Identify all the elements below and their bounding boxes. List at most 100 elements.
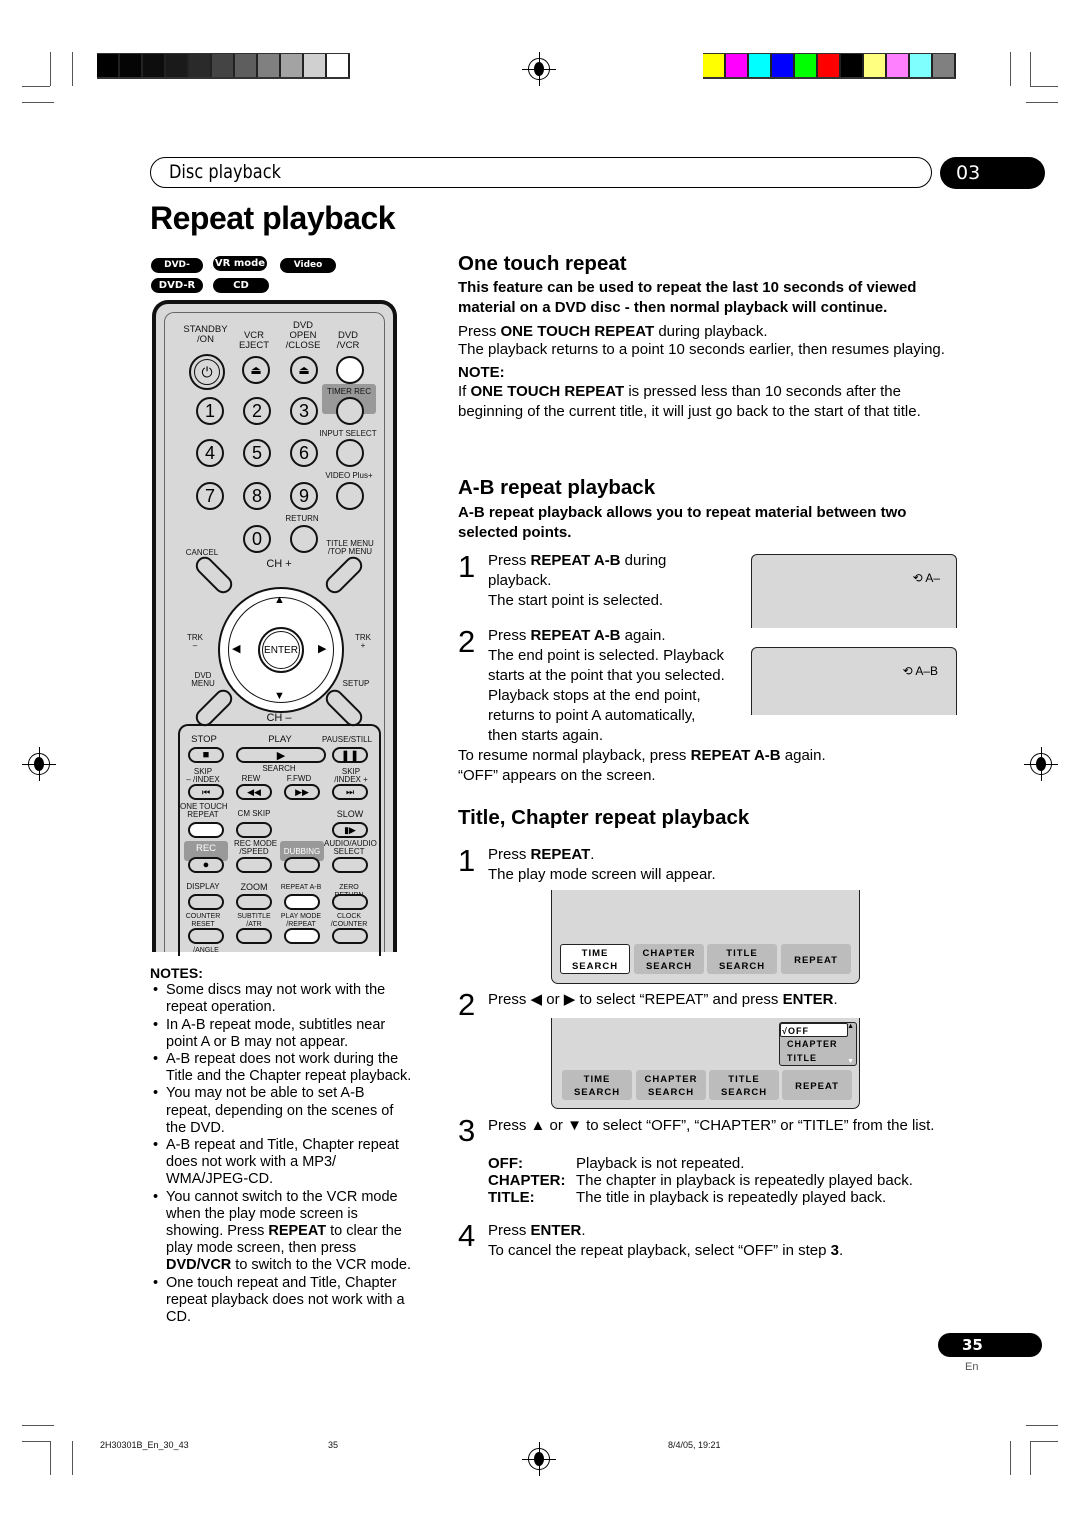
skip-forward-icon: ⏭ [345,786,355,797]
label-rec: REC [195,843,217,854]
slow-icon: ▮▶ [344,824,356,835]
title-search-option: TITLE SEARCH [707,944,777,974]
definition-off: OFF: Playback is not repeated. [488,1155,745,1172]
label-setup: SETUP [342,679,370,688]
label-dvd-vcr: DVD /VCR [336,330,360,351]
label-display: DISPLAY [186,882,220,891]
label-pause: PAUSE/STILL [321,735,373,744]
input-select-button [336,439,364,467]
calibration-swatch [235,54,258,77]
one-touch-lead: This feature can be used to repeat the l… [458,279,917,316]
label-dvd-menu: DVD MENU [191,671,215,688]
note-item: You cannot switch to the VCR mode when t… [150,1189,412,1275]
scroll-down-icon: ▼ [847,1058,855,1065]
calibration-swatch [212,54,235,77]
definition-title: TITLE: The title in playback is repeatedl… [488,1189,887,1206]
label-repeat-ab: REPEAT A-B [280,884,322,891]
one-touch-instruction: Press ONE TOUCH REPEAT during playback. [458,323,768,340]
label-one-touch: ONE TOUCH REPEAT [180,802,228,819]
stop-icon: ■ [202,749,210,761]
rec-button: ● [188,857,224,873]
counter-reset-button [188,928,224,944]
ab-repeat-heading: A-B repeat playback [458,476,656,499]
digit-6-button: 6 [290,439,318,467]
zoom-button [236,894,272,910]
label-search: SEARCH [262,764,296,773]
calibration-swatch [910,54,933,77]
crop-mark [50,1441,51,1475]
play-mode-screen-2: √OFF CHAPTER TITLE ▲ ▼ TIME SEARCH CHAPTE… [551,1018,860,1109]
right-arrow-icon: ▶ [563,991,576,1008]
pause-icon: ❚❚ [340,749,360,762]
dubbing-button [284,857,320,873]
pause-button: ❚❚ [332,747,368,763]
footer-file-name: 2H30301B_En_30_43 [100,1440,189,1450]
definition-chapter: CHAPTER: The chapter in playback is repea… [488,1172,913,1189]
repeat-definitions: OFF: Playback is not repeated. CHAPTER: Th… [488,1155,913,1206]
repeat-option-title: TITLE [787,1053,817,1063]
up-arrow-icon: ▲ [530,1117,546,1134]
one-touch-note-heading: NOTE: [458,364,505,381]
display-button [188,894,224,910]
crop-mark [1026,1425,1058,1426]
title-search-option: TITLE SEARCH [709,1070,779,1100]
left-arrow-icon: ◀ [530,991,543,1008]
vcr-eject-button: ⏏ [242,356,270,384]
digit-4-button: 4 [196,439,224,467]
label-cm-skip: CM SKIP [237,809,271,818]
calibration-swatch [189,54,212,77]
tc-step4-text: Press ENTER. To cancel the repeat playba… [488,1222,844,1259]
rewind-button: ◀◀ [236,784,272,800]
calibration-swatch [749,54,772,77]
label-timer-rec: TIMER REC [327,387,371,396]
one-touch-description: The playback returns to a point 10 secon… [458,341,945,358]
badge-cd: CD [213,278,269,293]
crop-mark [22,86,50,87]
label-zoom: ZOOM [240,882,268,892]
label-audio: AUDIO/AUDIO SELECT [324,839,377,856]
crop-mark [22,1425,54,1426]
label-trk-minus: TRK – [187,633,203,650]
title-chapter-section: Title, Chapter repeat playback [458,806,968,830]
one-touch-note: If ONE TOUCH REPEAT is pressed less than… [458,383,921,420]
return-button [290,525,318,553]
page-title: Repeat playback [150,200,396,236]
one-touch-repeat-button [188,822,224,838]
calibration-swatch [166,54,189,77]
ab-step1-text: Press REPEAT A-B during playback. The st… [488,552,667,609]
footer-timestamp: 8/4/05, 19:21 [668,1440,721,1450]
label-clock: CLOCK /COUNTER [330,913,368,928]
note-item: You may not be able to set A-B repeat, d… [150,1085,412,1137]
note-item: One touch repeat and Title, Chapter repe… [150,1275,412,1327]
time-search-option: TIME SEARCH [562,1070,632,1100]
step-number: 3 [458,1113,476,1148]
digit-2-button: 2 [243,397,271,425]
label-slow: SLOW [336,809,364,819]
crop-mark [1030,1441,1031,1475]
calibration-swatch [258,54,281,77]
label-title-menu: TITLE MENU /TOP MENU [326,539,374,556]
skip-back-button: ⏮ [188,784,224,800]
calibration-swatch [887,54,910,77]
tv-screen-ab-start: ⟲ A– [751,554,957,628]
label-play-mode: PLAY MODE /REPEAT [280,913,322,928]
crop-mark [72,52,73,86]
label-return: RETURN [285,514,319,523]
calibration-swatch [795,54,818,77]
repeat-option-off: √OFF [780,1023,848,1037]
chapter-search-option: CHAPTER SEARCH [636,1070,706,1100]
label-video-plus: VIDEO Plus+ [325,471,373,480]
down-arrow-icon: ▼ [567,1117,582,1134]
play-button: ▶ [236,747,326,763]
label-input-select: INPUT SELECT [319,429,377,438]
digit-0-button: 0 [243,525,271,553]
digit-8-button: 8 [243,482,271,510]
calibration-swatch [304,54,327,77]
enter-button: ENTER [258,627,304,673]
chapter-number-badge: 03 [940,157,1045,189]
rewind-icon: ◀◀ [247,786,261,797]
ab-resume-text: To resume normal playback, press REPEAT … [458,747,826,784]
play-mode-screen-1: TIME SEARCH CHAPTER SEARCH TITLE SEARCH REP… [551,890,860,984]
calibration-swatch [97,54,120,77]
repeat-dropdown: √OFF CHAPTER TITLE ▲ ▼ [779,1022,857,1066]
